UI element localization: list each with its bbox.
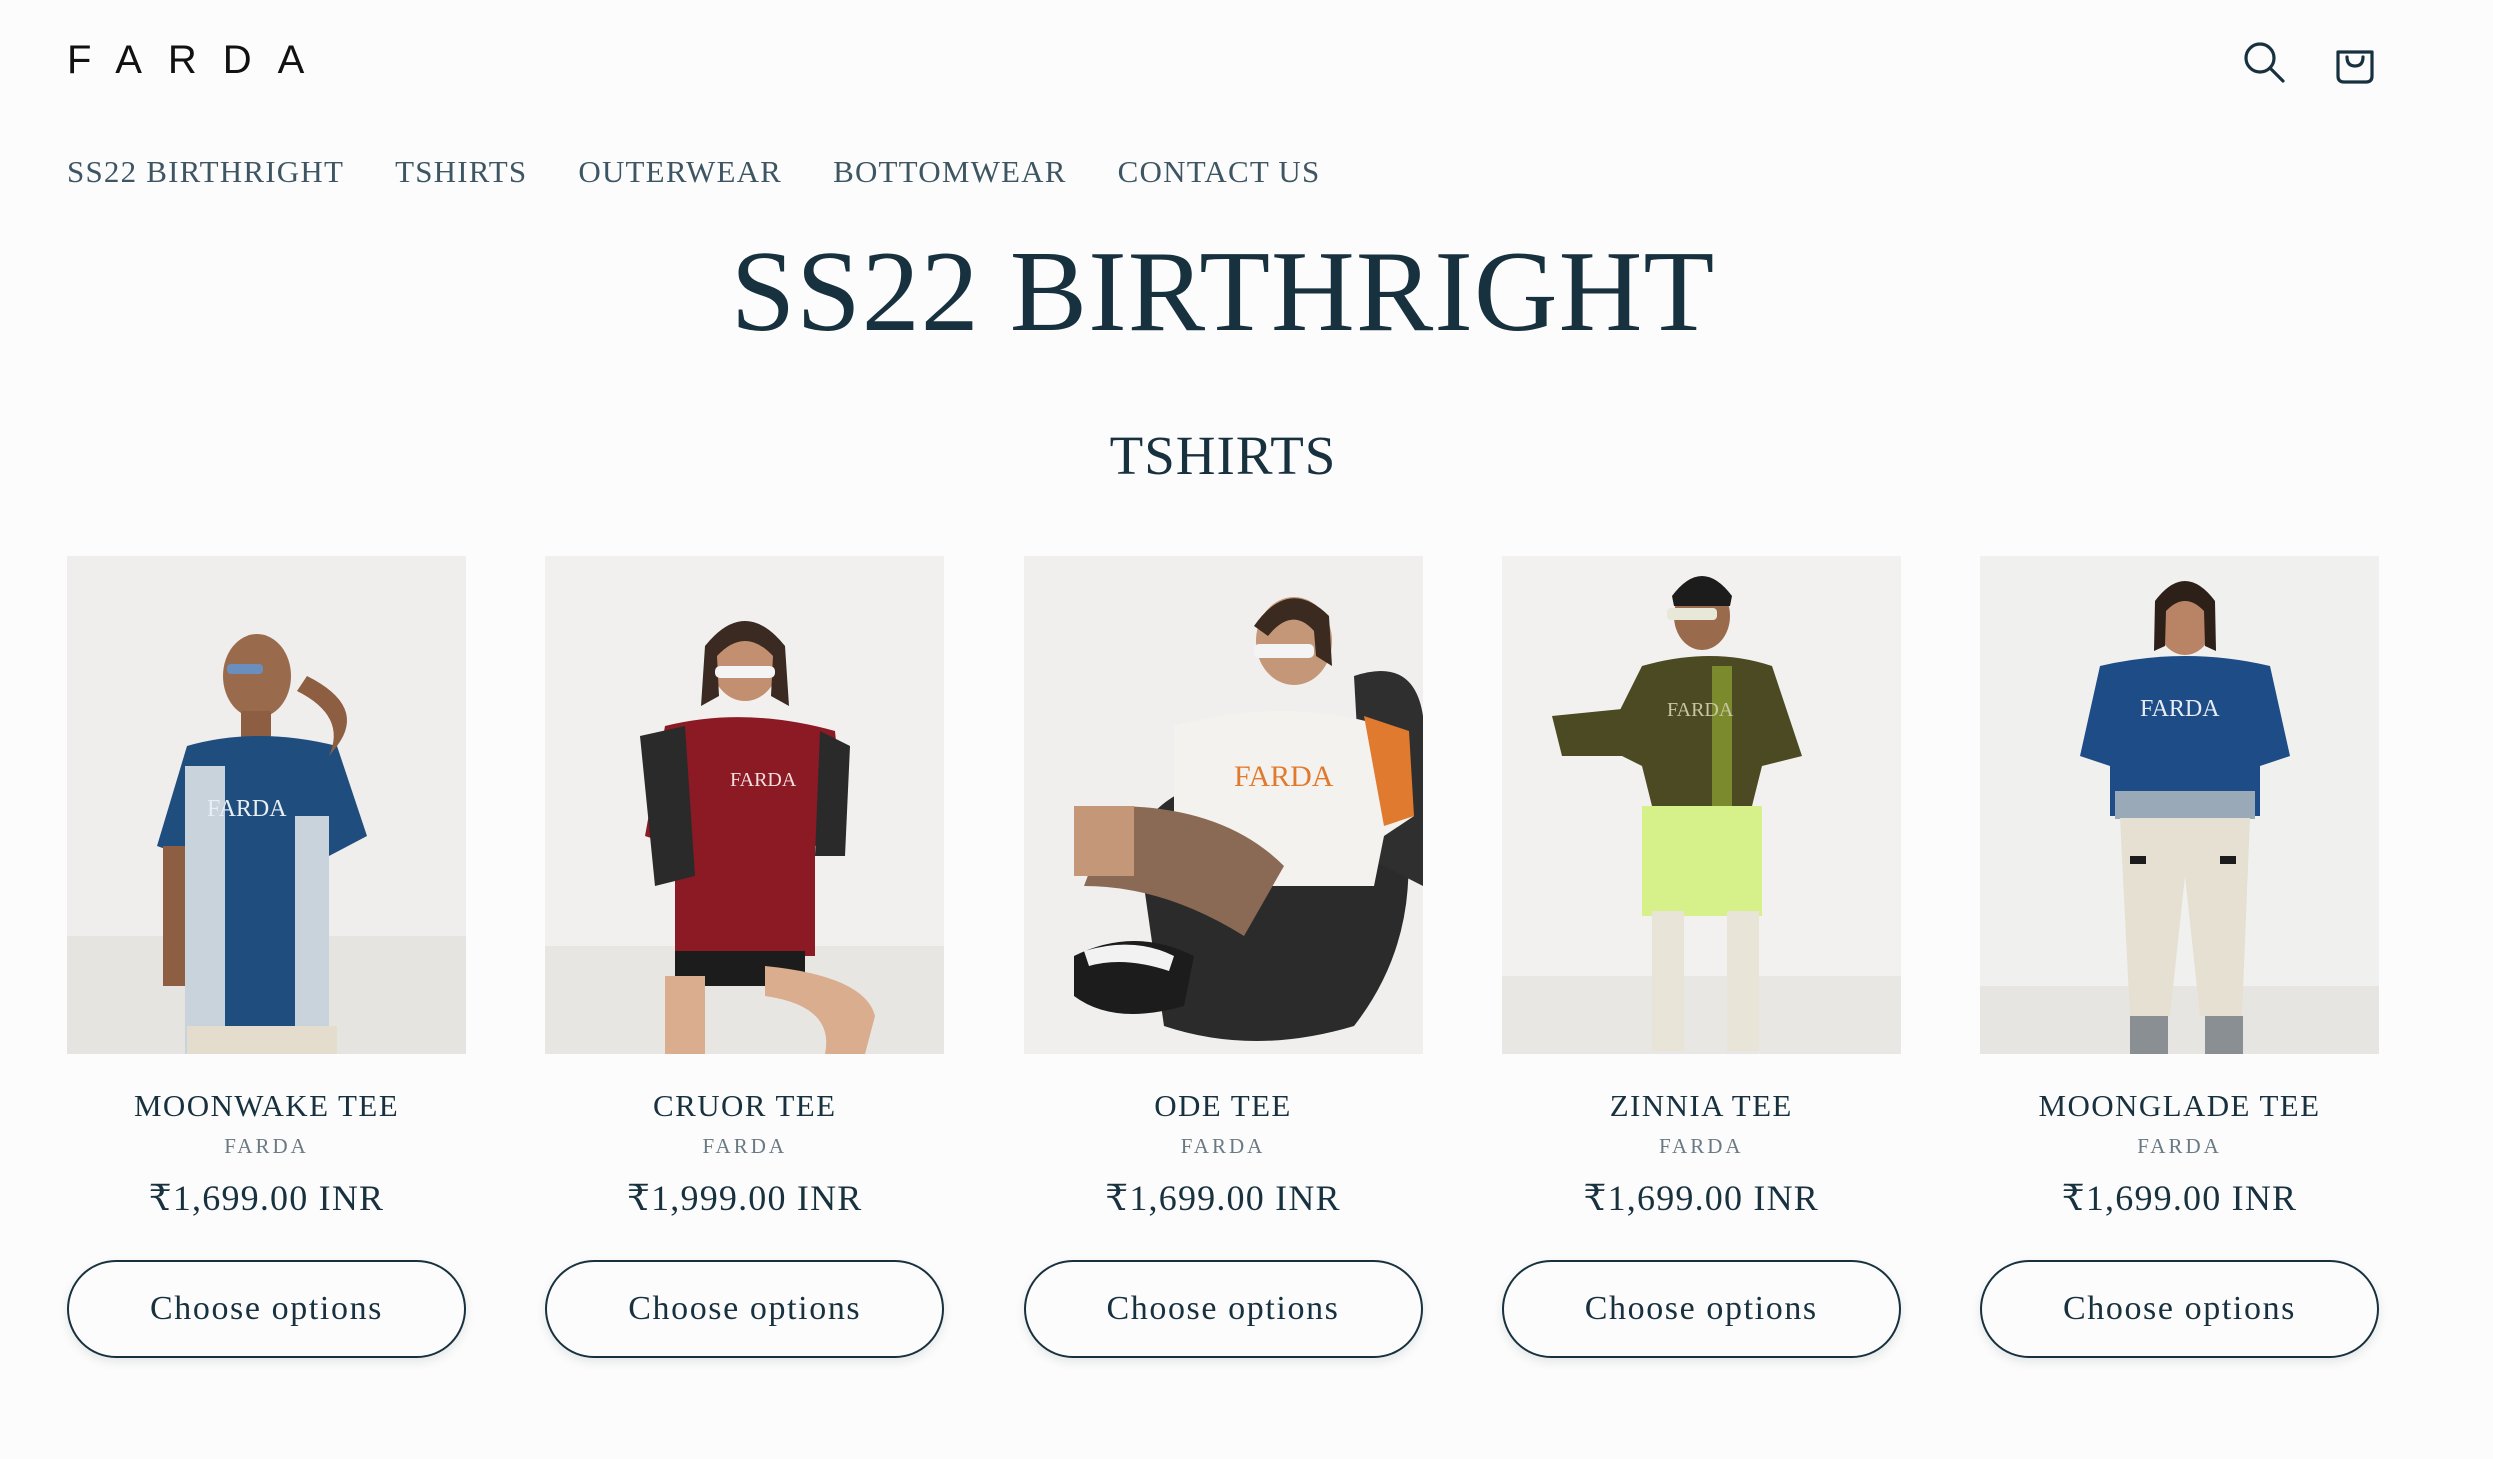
cart-icon[interactable] — [2327, 34, 2383, 90]
product-title[interactable]: ODE TEE — [1154, 1086, 1292, 1126]
product-card: FARDA ODE TEE FARDA ₹1,699.00 INR Choose… — [1023, 556, 1423, 1358]
svg-text:FARDA: FARDA — [207, 796, 287, 822]
product-image[interactable]: FARDA — [1023, 556, 1423, 1054]
page-title: SS22 BIRTHRIGHT — [730, 228, 1716, 356]
choose-options-button[interactable]: Choose options — [1501, 1260, 1901, 1358]
logo[interactable]: FARDA — [67, 36, 330, 84]
product-price: ₹1,699.00 INR — [1105, 1178, 1341, 1218]
choose-options-button[interactable]: Choose options — [545, 1260, 945, 1358]
product-vendor: FARDA — [1658, 1134, 1744, 1158]
product-card: FARDA MOONGLADE TEE FARDA ₹1,699.00 INR … — [1980, 556, 2379, 1358]
product-image[interactable]: FARDA — [67, 556, 466, 1054]
product-price: ₹1,699.00 INR — [2061, 1178, 2298, 1218]
svg-text:FARDA: FARDA — [1667, 699, 1734, 721]
product-image[interactable]: FARDA — [545, 556, 945, 1054]
nav-item-bottomwear[interactable]: BOTTOMWEAR — [833, 152, 1067, 192]
product-image[interactable]: FARDA — [1980, 556, 2379, 1054]
product-grid: FARDA MOONWAKE TEE FARDA ₹1,699.00 INR C… — [67, 556, 2379, 1358]
product-card: FARDA MOONWAKE TEE FARDA ₹1,699.00 INR C… — [67, 556, 466, 1358]
choose-options-button[interactable]: Choose options — [1023, 1260, 1423, 1358]
svg-text:FARDA: FARDA — [2140, 696, 2220, 722]
main-nav: SS22 BIRTHRIGHT TSHIRTS OUTERWEAR BOTTOM… — [67, 152, 1371, 192]
product-vendor: FARDA — [224, 1134, 309, 1158]
search-icon[interactable] — [2236, 34, 2292, 90]
product-vendor: FARDA — [1180, 1134, 1266, 1158]
section-title: TSHIRTS — [1109, 425, 1337, 486]
product-title[interactable]: CRUOR TEE — [653, 1086, 836, 1126]
site-header: FARDA — [0, 0, 2493, 130]
product-price: ₹1,699.00 INR — [148, 1178, 385, 1218]
product-title[interactable]: ZINNIA TEE — [1610, 1086, 1793, 1126]
product-vendor: FARDA — [702, 1134, 788, 1158]
choose-options-button[interactable]: Choose options — [1980, 1260, 2379, 1358]
choose-options-button[interactable]: Choose options — [67, 1260, 466, 1358]
product-image[interactable]: FARDA — [1501, 556, 1901, 1054]
product-card: FARDA ZINNIA TEE FARDA ₹1,699.00 INR Cho… — [1501, 556, 1901, 1358]
nav-item-contact-us[interactable]: CONTACT US — [1118, 152, 1321, 192]
product-title[interactable]: MOONGLADE TEE — [2039, 1086, 2321, 1126]
product-card: FARDA CRUOR TEE FARDA ₹1,999.00 INR Choo… — [545, 556, 945, 1358]
product-vendor: FARDA — [2137, 1134, 2222, 1158]
nav-item-outerwear[interactable]: OUTERWEAR — [578, 152, 782, 192]
svg-text:FARDA: FARDA — [730, 769, 797, 791]
product-title[interactable]: MOONWAKE TEE — [134, 1086, 399, 1126]
nav-item-ss22-birthright[interactable]: SS22 BIRTHRIGHT — [67, 152, 344, 192]
nav-item-tshirts[interactable]: TSHIRTS — [395, 152, 527, 192]
product-price: ₹1,699.00 INR — [1583, 1178, 1819, 1218]
svg-text:FARDA: FARDA — [1234, 760, 1334, 793]
product-price: ₹1,999.00 INR — [626, 1178, 863, 1218]
